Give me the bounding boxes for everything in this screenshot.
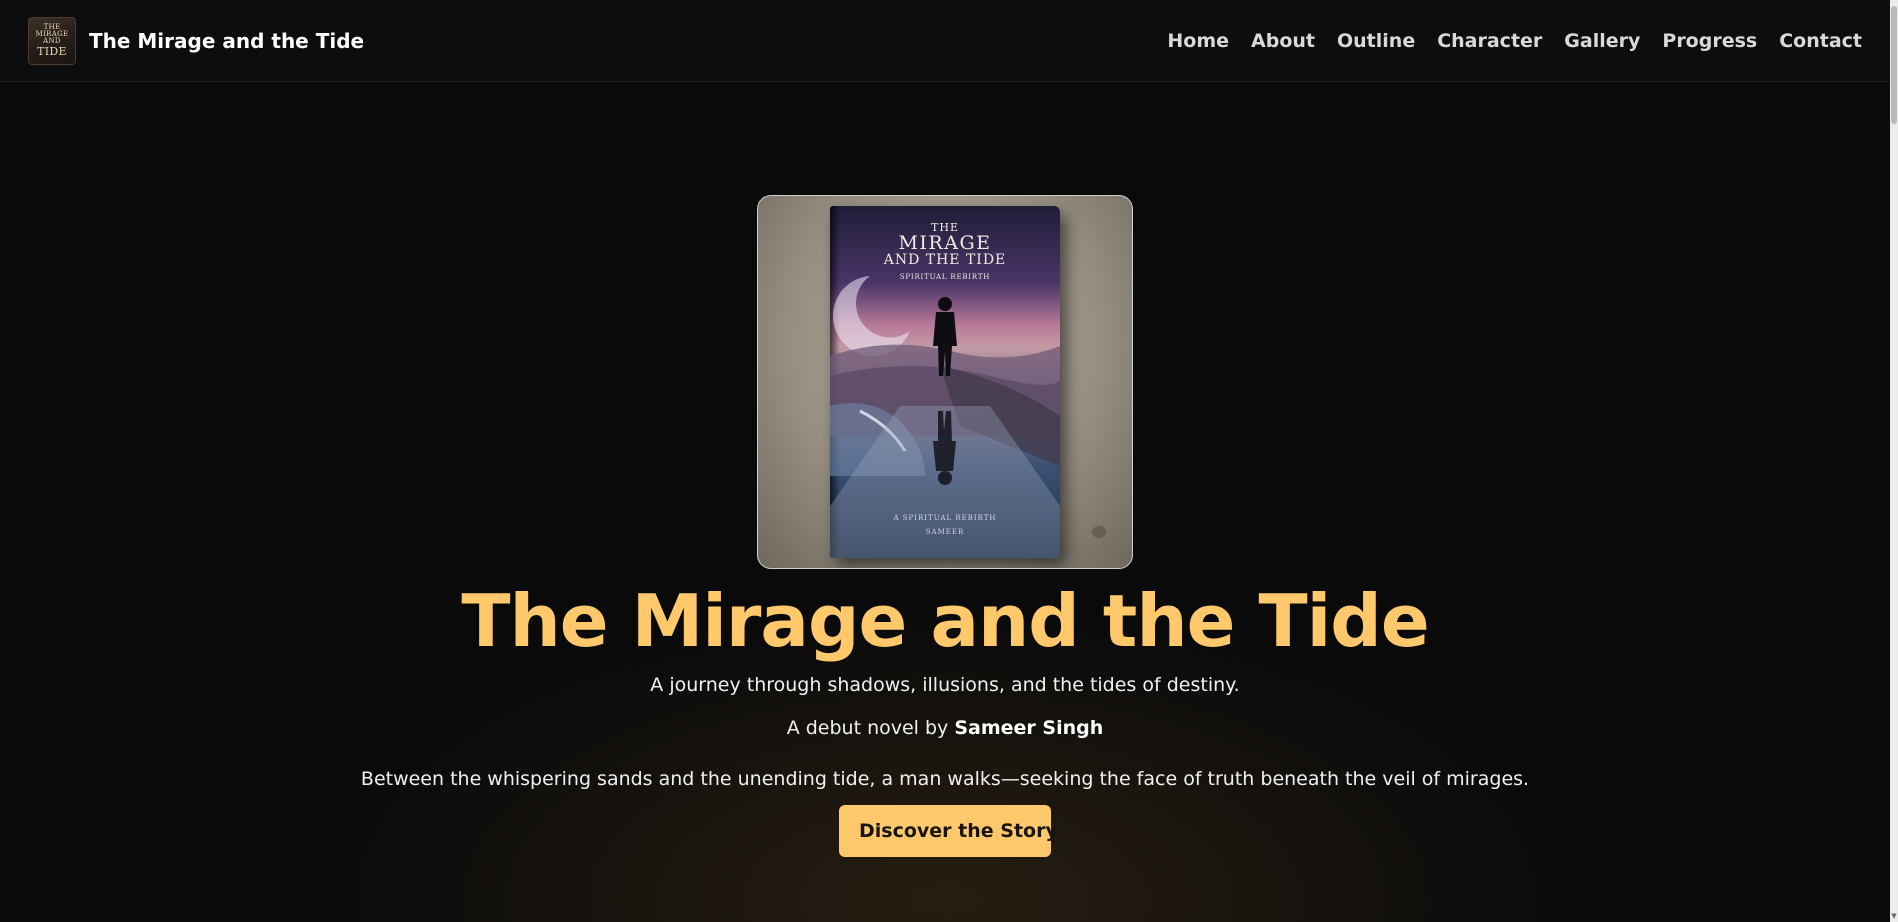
hero-title: The Mirage and the Tide (461, 579, 1429, 663)
cover-subtitle: SPIRITUAL REBIRTH (899, 273, 991, 282)
hero-lede: Between the whispering sands and the une… (360, 768, 1530, 790)
hero-byline: A debut novel by Sameer Singh (787, 717, 1104, 739)
nav-link-contact[interactable]: Contact (1779, 30, 1862, 52)
nav-links: Home About Outline Character Gallery Pro… (1167, 30, 1862, 52)
navbar: THE MIRAGE AND TIDE The Mirage and the T… (0, 0, 1890, 82)
cover-title-line-3: AND THE TIDE (883, 252, 1007, 269)
page-scrollbar[interactable]: ▼ (1890, 0, 1898, 922)
cover-footer: A SPIRITUAL REBIRTH SAMEER (830, 508, 1060, 536)
logo-text-4: TIDE (37, 45, 67, 58)
brand[interactable]: THE MIRAGE AND TIDE The Mirage and the T… (28, 16, 364, 65)
nav-link-progress[interactable]: Progress (1662, 30, 1757, 52)
hero-tagline: A journey through shadows, illusions, an… (650, 674, 1240, 696)
nav-link-home[interactable]: Home (1167, 30, 1229, 52)
nav-link-character[interactable]: Character (1437, 30, 1542, 52)
brand-title[interactable]: The Mirage and the Tide (89, 29, 364, 53)
nav-link-outline[interactable]: Outline (1337, 30, 1415, 52)
page: THE MIRAGE AND TIDE The Mirage and the T… (0, 0, 1898, 922)
book-cover-image: THE MIRAGE AND THE TIDE SPIRITUAL REBIRT… (830, 206, 1060, 558)
discover-story-button[interactable]: Discover the Story (839, 805, 1058, 857)
cover-footer-line-1: A SPIRITUAL REBIRTH (893, 514, 997, 522)
scrollbar-thumb[interactable] (1891, 6, 1897, 124)
hero-section: THE MIRAGE AND THE TIDE SPIRITUAL REBIRT… (0, 82, 1890, 922)
author-name: Sameer Singh (954, 717, 1104, 739)
nav-link-gallery[interactable]: Gallery (1564, 30, 1640, 52)
cover-title: THE MIRAGE AND THE TIDE SPIRITUAL REBIRT… (830, 222, 1060, 282)
book-cover-frame: THE MIRAGE AND THE TIDE SPIRITUAL REBIRT… (757, 195, 1133, 569)
logo-image[interactable]: THE MIRAGE AND TIDE (28, 16, 76, 65)
logo-text-3: AND (43, 37, 61, 45)
cover-title-line-2: MIRAGE (898, 231, 992, 254)
cover-footer-line-2: SAMEER (925, 528, 965, 536)
scroll-down-arrow-icon[interactable]: ▼ (1890, 912, 1898, 920)
nav-link-about[interactable]: About (1251, 30, 1315, 52)
byline-prefix: A debut novel by (786, 717, 955, 739)
